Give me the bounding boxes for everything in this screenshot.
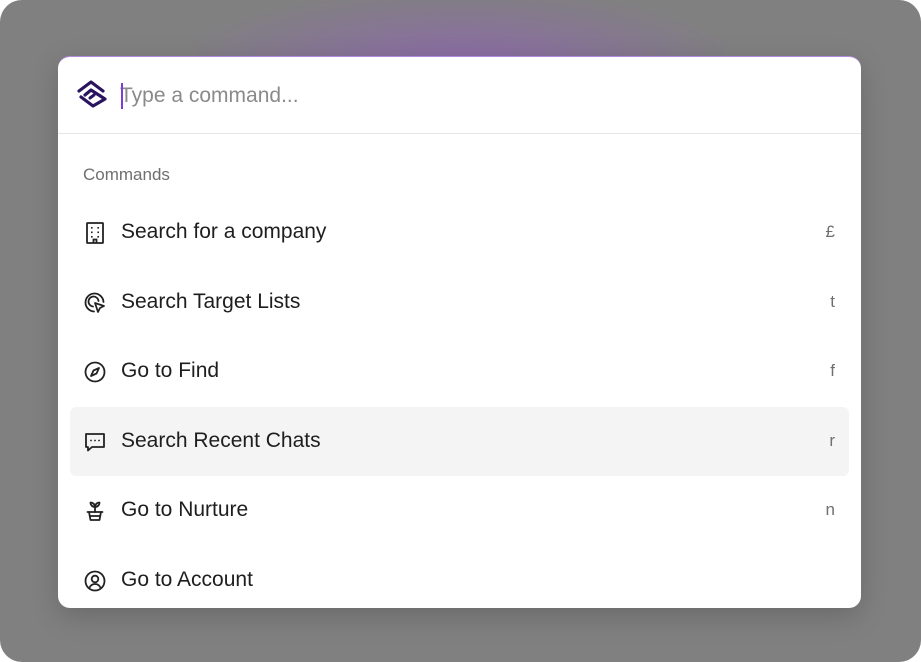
command-search-recent-chats[interactable]: Search Recent Chats r bbox=[70, 406, 849, 476]
target-cursor-icon bbox=[83, 291, 107, 315]
command-label: Go to Find bbox=[121, 359, 220, 382]
building-icon bbox=[83, 221, 107, 245]
shortcut-key: n bbox=[825, 500, 835, 519]
command-search-target-lists[interactable]: Search Target Lists t bbox=[70, 268, 849, 337]
shortcut-key: r bbox=[829, 430, 835, 450]
command-label: Search Recent Chats bbox=[121, 428, 321, 452]
command-label: Go to Nurture bbox=[121, 498, 249, 521]
user-circle-icon bbox=[83, 569, 107, 593]
command-search-company[interactable]: Search for a company £ bbox=[70, 198, 849, 267]
text-cursor bbox=[121, 83, 123, 109]
shortcut-key: £ bbox=[825, 222, 835, 241]
modal-backdrop[interactable]: Commands Search for a company bbox=[0, 0, 921, 662]
command-label: Search Target Lists bbox=[121, 289, 301, 313]
chat-icon bbox=[83, 430, 107, 454]
command-label: Search for a company bbox=[121, 220, 327, 243]
command-palette: Commands Search for a company bbox=[58, 56, 861, 608]
command-search-input[interactable] bbox=[120, 79, 820, 113]
command-go-to-nurture[interactable]: Go to Nurture n bbox=[70, 476, 849, 545]
command-go-to-account[interactable]: Go to Account bbox=[70, 546, 849, 609]
brand-logo-icon bbox=[76, 79, 110, 109]
compass-icon bbox=[83, 360, 107, 384]
command-label: Go to Account bbox=[121, 567, 253, 591]
shortcut-key: t bbox=[830, 291, 835, 311]
command-search-bar bbox=[58, 57, 861, 134]
command-list: Search for a company £ Search Target Lis… bbox=[70, 198, 849, 608]
command-go-to-find[interactable]: Go to Find f bbox=[70, 337, 849, 406]
sprout-pot-icon bbox=[83, 499, 107, 523]
shortcut-key: f bbox=[830, 361, 835, 380]
section-heading-commands: Commands bbox=[83, 165, 170, 184]
